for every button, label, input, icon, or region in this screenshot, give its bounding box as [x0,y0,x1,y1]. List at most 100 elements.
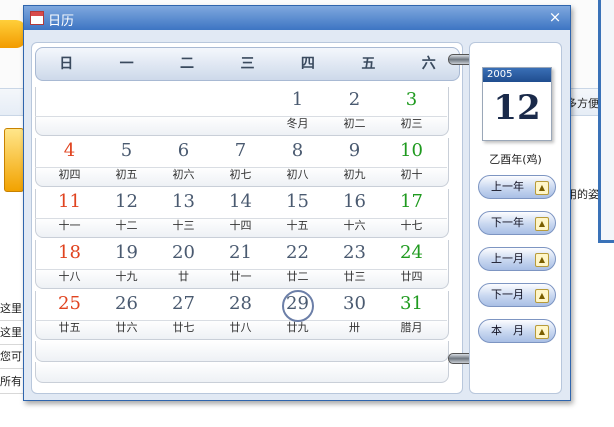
day-cell[interactable]: 29 廿九 [269,290,326,339]
day-cell[interactable]: 27 廿七 [155,291,212,339]
week-row: 18 十八 19 十九 20 廿 21 廿一 22 廿二 23 廿三 24 廿四 [35,240,449,290]
day-number: 21 [229,242,252,263]
lunar-date: 十八 [58,270,81,283]
day-number: 13 [172,191,195,212]
button-label: 上一月 [491,252,524,265]
empty-day-cell [155,87,212,135]
lunar-date: 廿三 [343,270,366,283]
lunar-date: 初十 [400,168,423,181]
lunar-date: 廿二 [286,270,309,283]
day-number: 12 [115,191,138,212]
day-cell[interactable]: 25 廿五 [41,291,98,339]
lunar-date: 廿四 [400,270,423,283]
day-number: 5 [120,140,133,161]
lunar-date: 廿七 [172,321,195,334]
clipboard-icon [4,128,24,192]
button-label: 下一年 [491,216,524,229]
empty-week-row [35,362,449,383]
day-cell[interactable]: 20 廿 [155,240,212,288]
arrow-icon: ▲ [535,181,549,195]
arrow-icon: ▲ [535,253,549,267]
week-row: 11 十一 12 十二 13 十三 14 十四 15 十五 16 十六 17 十七 [35,189,449,239]
day-cell[interactable]: 23 廿三 [326,240,383,288]
empty-week-row [35,341,449,362]
lunar-date: 廿六 [115,321,138,334]
day-cell[interactable]: 18 十八 [41,240,98,288]
next-year-button[interactable]: 下一年 ▲ [478,211,556,235]
day-cell[interactable]: 4 初四 [41,138,98,186]
day-cell[interactable]: 1 冬月 [269,87,326,135]
day-cell[interactable]: 12 十二 [98,189,155,237]
lunar-date: 十一 [58,219,81,232]
day-number: 19 [115,242,138,263]
lunar-date: 初五 [115,168,138,181]
lunar-date: 廿八 [229,321,252,334]
day-number: 28 [229,293,252,314]
day-number: 2 [348,89,361,110]
day-number: 15 [286,191,309,212]
weekday-label: 四 [300,56,315,72]
lunar-date: 初二 [343,117,366,130]
day-cell[interactable]: 15 十五 [269,189,326,237]
lunar-date: 十七 [400,219,423,232]
lunar-date: 十二 [115,219,138,232]
day-cell[interactable]: 10 初十 [383,138,440,186]
arrow-icon: ▲ [535,217,549,231]
prev-year-button[interactable]: 上一年 ▲ [478,175,556,199]
day-number: 1 [291,89,304,110]
day-cell[interactable]: 16 十六 [326,189,383,237]
day-cell[interactable]: 19 十九 [98,240,155,288]
weekday-label: 五 [361,56,376,72]
button-label: 下一月 [491,288,524,301]
day-cell[interactable]: 2 初二 [326,87,383,135]
lunar-date: 廿 [178,270,189,283]
day-cell[interactable]: 13 十三 [155,189,212,237]
day-number: 27 [172,293,195,314]
day-cell[interactable]: 14 十四 [212,189,269,237]
side-panel: 2005 12 乙酉年(鸡) 上一年 ▲ 下一年 ▲ 上一月 ▲ 下一月 ▲ 本… [469,42,562,394]
lunar-date: 十九 [115,270,138,283]
day-cell[interactable]: 30 卅 [326,291,383,339]
day-number: 18 [58,242,81,263]
current-month-button[interactable]: 本 月 ▲ [478,319,556,343]
empty-day-cell [98,87,155,135]
lunar-date: 初四 [58,168,81,181]
week-row: 1 冬月 2 初二 3 初三 [35,87,449,137]
day-number: 30 [343,293,366,314]
day-cell[interactable]: 3 初三 [383,87,440,135]
day-number: 14 [229,191,252,212]
calendar-dialog: 日历 × 日 一 二 三 四 五 六 1 冬月 2 初二 3 初三 4 初四 5 初五 6 初六 7 初七… [23,5,571,401]
day-number: 31 [400,293,423,314]
day-cell[interactable]: 8 初八 [269,138,326,186]
day-cell[interactable]: 17 十七 [383,189,440,237]
day-cell[interactable]: 26 廿六 [98,291,155,339]
day-cell[interactable]: 31 腊月 [383,291,440,339]
title-bar[interactable]: 日历 × [24,6,570,30]
lunar-date: 初九 [343,168,366,181]
weekday-label: 一 [119,56,134,72]
day-number [41,87,98,115]
day-cell[interactable]: 24 廿四 [383,240,440,288]
day-cell[interactable]: 22 廿二 [269,240,326,288]
lunar-date: 初八 [286,168,309,181]
day-cell[interactable]: 6 初六 [155,138,212,186]
close-button[interactable]: × [547,9,563,25]
empty-day-cell [41,87,98,135]
lunar-date: 十五 [286,219,309,232]
day-cell[interactable]: 7 初七 [212,138,269,186]
day-cell[interactable]: 9 初九 [326,138,383,186]
date-card: 2005 12 [482,67,552,141]
weekday-label: 三 [240,56,255,72]
day-number: 7 [234,140,247,161]
prev-month-button[interactable]: 上一月 ▲ [478,247,556,271]
next-month-button[interactable]: 下一月 ▲ [478,283,556,307]
lunar-date: 卅 [349,321,360,334]
day-cell[interactable]: 11 十一 [41,189,98,237]
day-number [212,87,269,115]
day-number: 22 [286,242,309,263]
day-cell[interactable]: 28 廿八 [212,291,269,339]
day-cell[interactable]: 21 廿一 [212,240,269,288]
lunar-date: 廿五 [58,321,81,334]
day-cell[interactable]: 5 初五 [98,138,155,186]
lunar-date: 廿一 [229,270,252,283]
